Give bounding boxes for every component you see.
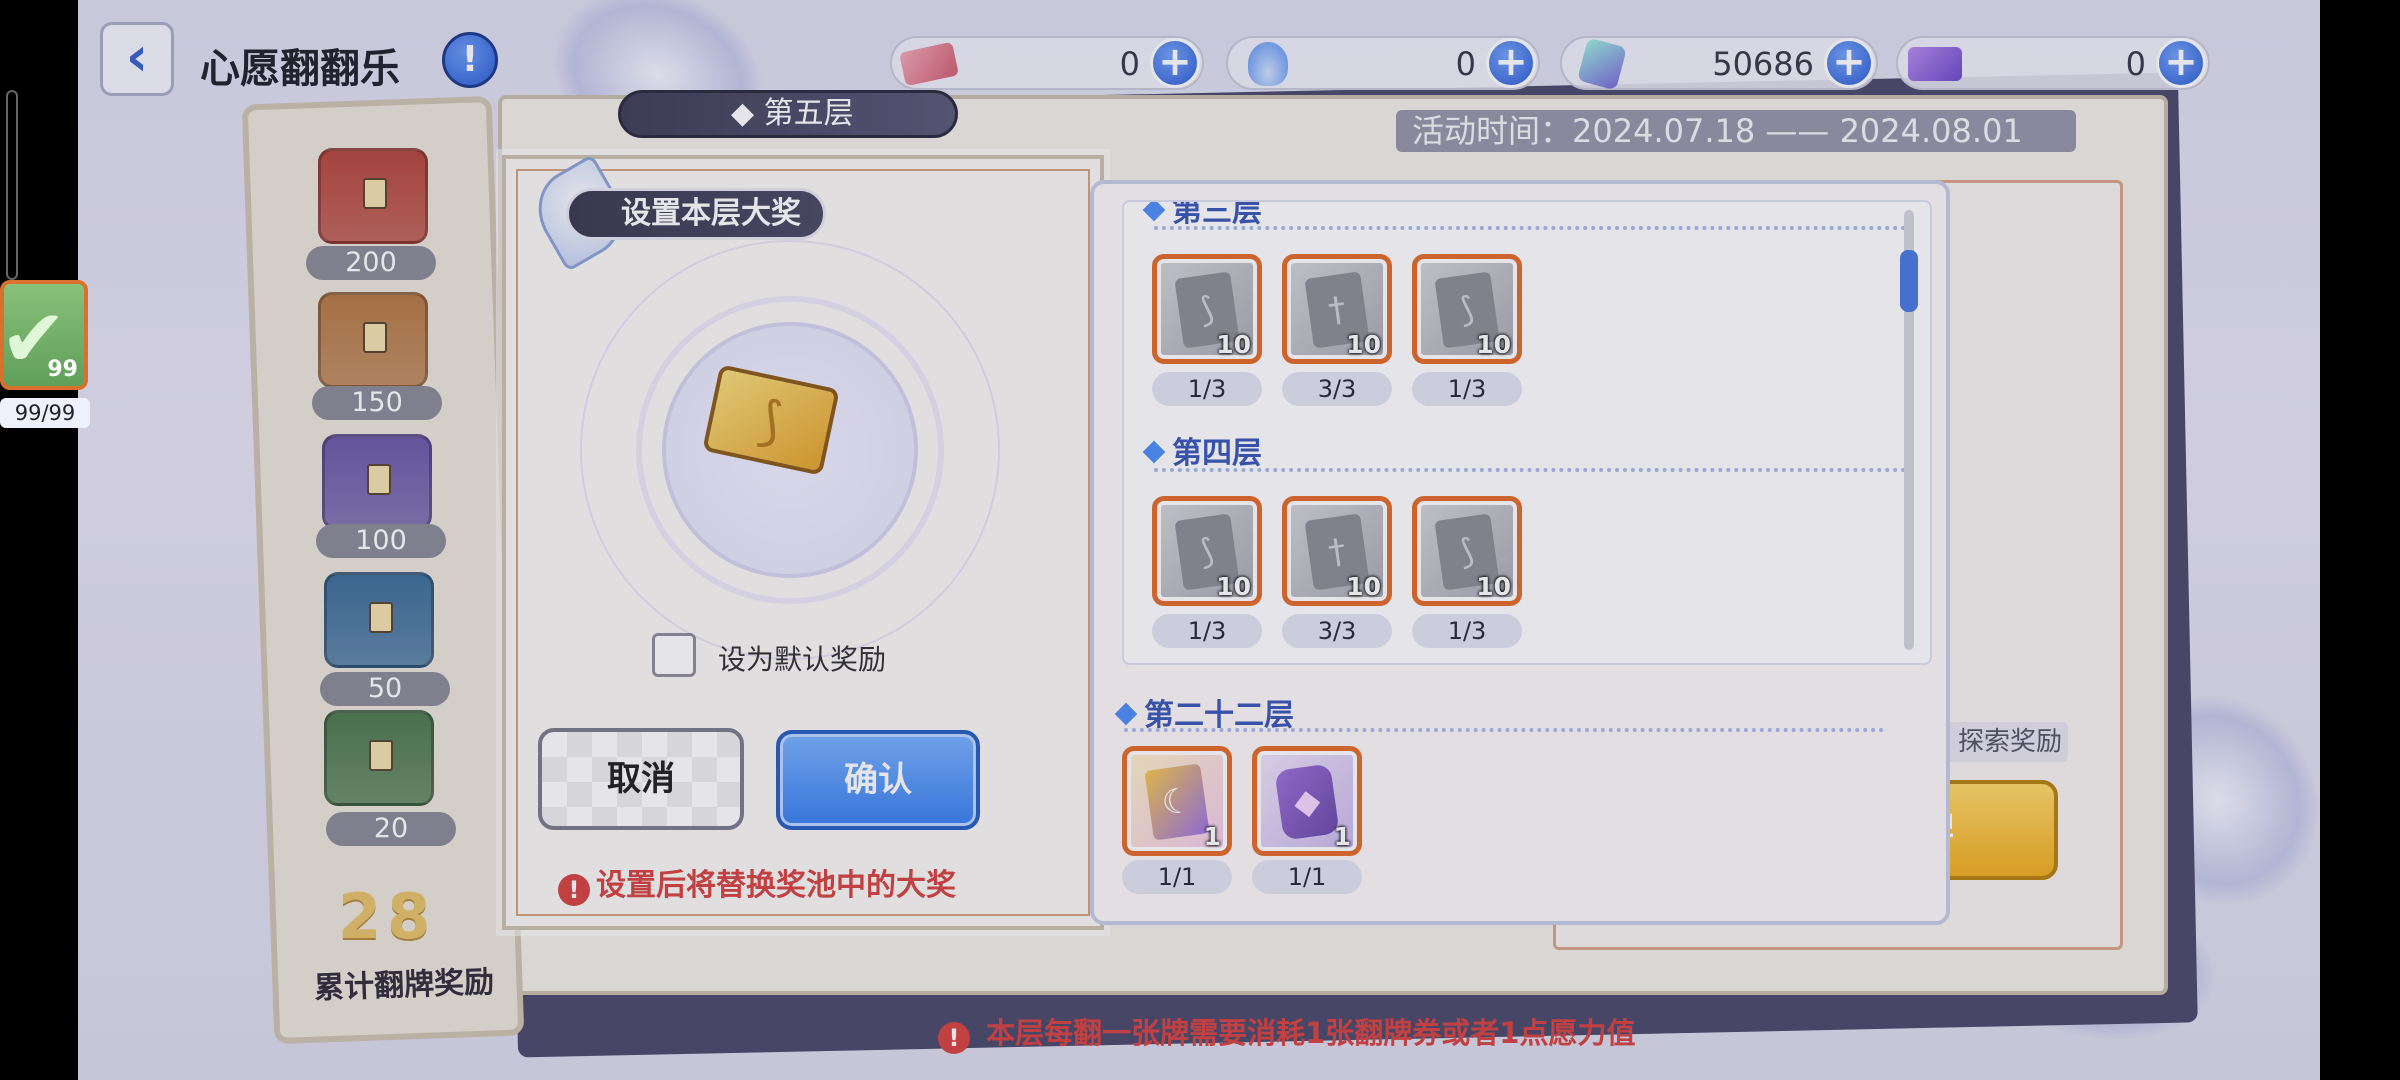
- currency-card-pack: 0 +: [1896, 36, 2210, 90]
- scrollbar-thumb[interactable]: [1900, 250, 1918, 312]
- gacha-ticket-icon: ☾: [1144, 763, 1210, 841]
- prize-item[interactable]: ⟆ 10: [1412, 496, 1522, 606]
- item-qty: 10: [1476, 330, 1511, 359]
- divider: [1154, 226, 1914, 230]
- chest-threshold: 50: [320, 672, 450, 706]
- add-currency-button[interactable]: +: [1486, 38, 1536, 88]
- add-currency-button[interactable]: +: [1150, 38, 1200, 88]
- flame-icon: [1248, 42, 1288, 86]
- item-qty: 1: [1203, 822, 1221, 851]
- prize-item[interactable]: ☾ 1: [1122, 746, 1232, 856]
- warning-icon: !: [938, 1022, 970, 1054]
- default-reward-label: 设为默认奖励: [718, 643, 887, 676]
- total-flip-count: 28: [338, 880, 437, 953]
- total-flip-label: 累计翻牌奖励: [313, 964, 495, 1007]
- cancel-button[interactable]: 取消: [538, 728, 744, 830]
- section-header: 第四层: [1142, 428, 1262, 472]
- warning-icon: !: [558, 874, 590, 906]
- item-qty: 1: [1333, 822, 1351, 851]
- ticket-icon: [899, 41, 959, 87]
- card-pack-icon: [1908, 47, 1962, 81]
- prize-item[interactable]: ⟆ 10: [1152, 496, 1262, 606]
- prize-item[interactable]: ◆ 1: [1252, 746, 1362, 856]
- floor-indicator: ◆ 第五层: [618, 90, 958, 138]
- chest-threshold: 150: [312, 386, 442, 420]
- currency-ticket: 0 +: [890, 36, 1204, 90]
- side-handle[interactable]: [6, 90, 18, 280]
- item-qty: 10: [1346, 330, 1381, 359]
- gift-box-icon: ◆: [1274, 763, 1340, 841]
- divider: [1124, 728, 1884, 732]
- item-qty: 10: [1346, 572, 1381, 601]
- item-qty: 10: [1216, 330, 1251, 359]
- currency-crystal: 50686 +: [1560, 36, 1878, 91]
- currency-value: 0: [2125, 45, 2146, 83]
- chevron-left-icon: ‹: [125, 25, 149, 88]
- item-qty: 10: [1216, 572, 1251, 601]
- currency-value: 50686: [1712, 45, 1814, 83]
- replace-warning: ! 设置后将替换奖池中的大奖: [558, 860, 956, 906]
- chest-threshold: 200: [306, 246, 436, 280]
- blue-chest-icon[interactable]: [324, 572, 434, 668]
- add-currency-button[interactable]: +: [2156, 38, 2206, 88]
- brown-chest-icon[interactable]: [318, 292, 428, 388]
- currency-flame: 0 +: [1226, 36, 1540, 90]
- completed-item[interactable]: ✔ 99: [0, 280, 88, 390]
- panel-title: 设置本层大奖: [566, 188, 826, 240]
- prize-item[interactable]: † 10: [1282, 496, 1392, 606]
- warning-text: 设置后将替换奖池中的大奖: [596, 868, 956, 903]
- item-count: 1/1: [1252, 860, 1362, 894]
- item-count: 1/3: [1152, 372, 1262, 406]
- item-count: 1/3: [1412, 372, 1522, 406]
- cost-tip: ! 本层每翻一张牌需要消耗1张翻牌券或者1点愿力值: [938, 1010, 1635, 1054]
- item-count: 1/1: [1122, 860, 1232, 894]
- game-screen: 探索奖励 牌 200 150 100 50 20 28 累计翻牌奖励 ‹ 心愿翻…: [78, 0, 2320, 1080]
- currency-value: 0: [1455, 45, 1476, 83]
- default-reward-checkbox[interactable]: [652, 633, 696, 677]
- red-chest-icon[interactable]: [318, 148, 428, 244]
- purple-chest-icon[interactable]: [322, 434, 432, 530]
- back-button[interactable]: ‹: [100, 22, 174, 96]
- chest-threshold: 20: [326, 812, 456, 846]
- item-count: 1/3: [1412, 614, 1522, 648]
- event-time: 活动时间：2024.07.18 —— 2024.08.01: [1396, 110, 2076, 152]
- item-count: 3/3: [1282, 614, 1392, 648]
- prize-item[interactable]: ⟆ 10: [1412, 254, 1522, 364]
- green-chest-icon[interactable]: [324, 710, 434, 806]
- currency-value: 0: [1119, 45, 1140, 83]
- page-title: 心愿翻翻乐: [200, 46, 400, 92]
- item-count: 1/3: [1152, 614, 1262, 648]
- crystal-icon: [1576, 37, 1628, 91]
- item-count: 3/3: [1282, 372, 1392, 406]
- section-title: 第四层: [1172, 436, 1262, 471]
- prize-item[interactable]: ⟆ 10: [1152, 254, 1262, 364]
- chest-threshold: 100: [316, 524, 446, 558]
- item-progress-label: 99/99: [0, 398, 90, 428]
- exclamation-icon: !: [461, 39, 479, 80]
- cost-tip-text: 本层每翻一张牌需要消耗1张翻牌券或者1点愿力值: [986, 1016, 1636, 1050]
- section-title: 第三层: [1172, 200, 1262, 229]
- info-button[interactable]: !: [442, 32, 498, 88]
- add-currency-button[interactable]: +: [1824, 38, 1874, 88]
- prize-item[interactable]: † 10: [1282, 254, 1392, 364]
- confirm-button[interactable]: 确认: [776, 730, 980, 830]
- divider: [1154, 468, 1914, 472]
- prize-list-scroll[interactable]: 第三层 ⟆ 10 1/3 † 10 3/3 ⟆ 10 1/3 第四层 ⟆ 10 1/3 …: [1122, 200, 1932, 665]
- item-qty: 99: [47, 357, 78, 382]
- item-qty: 10: [1476, 572, 1511, 601]
